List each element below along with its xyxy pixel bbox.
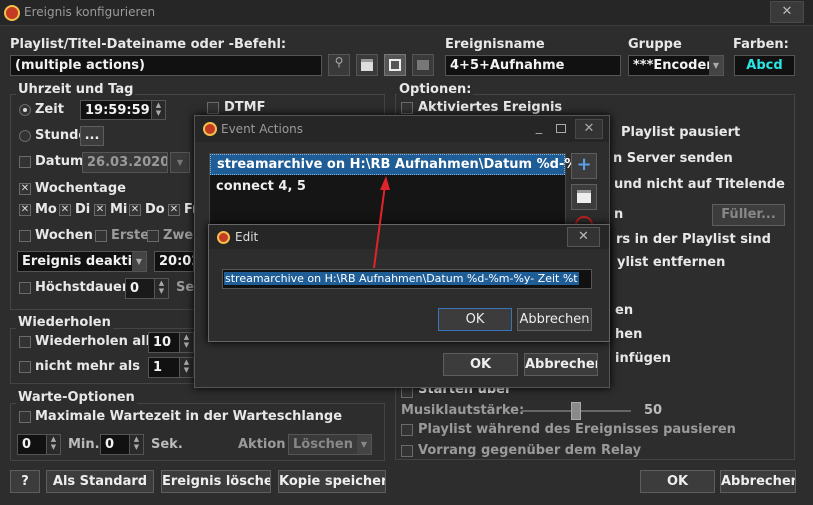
arrow-line (373, 184, 386, 269)
annotation-arrow (373, 176, 390, 269)
arrow-head (380, 176, 390, 190)
